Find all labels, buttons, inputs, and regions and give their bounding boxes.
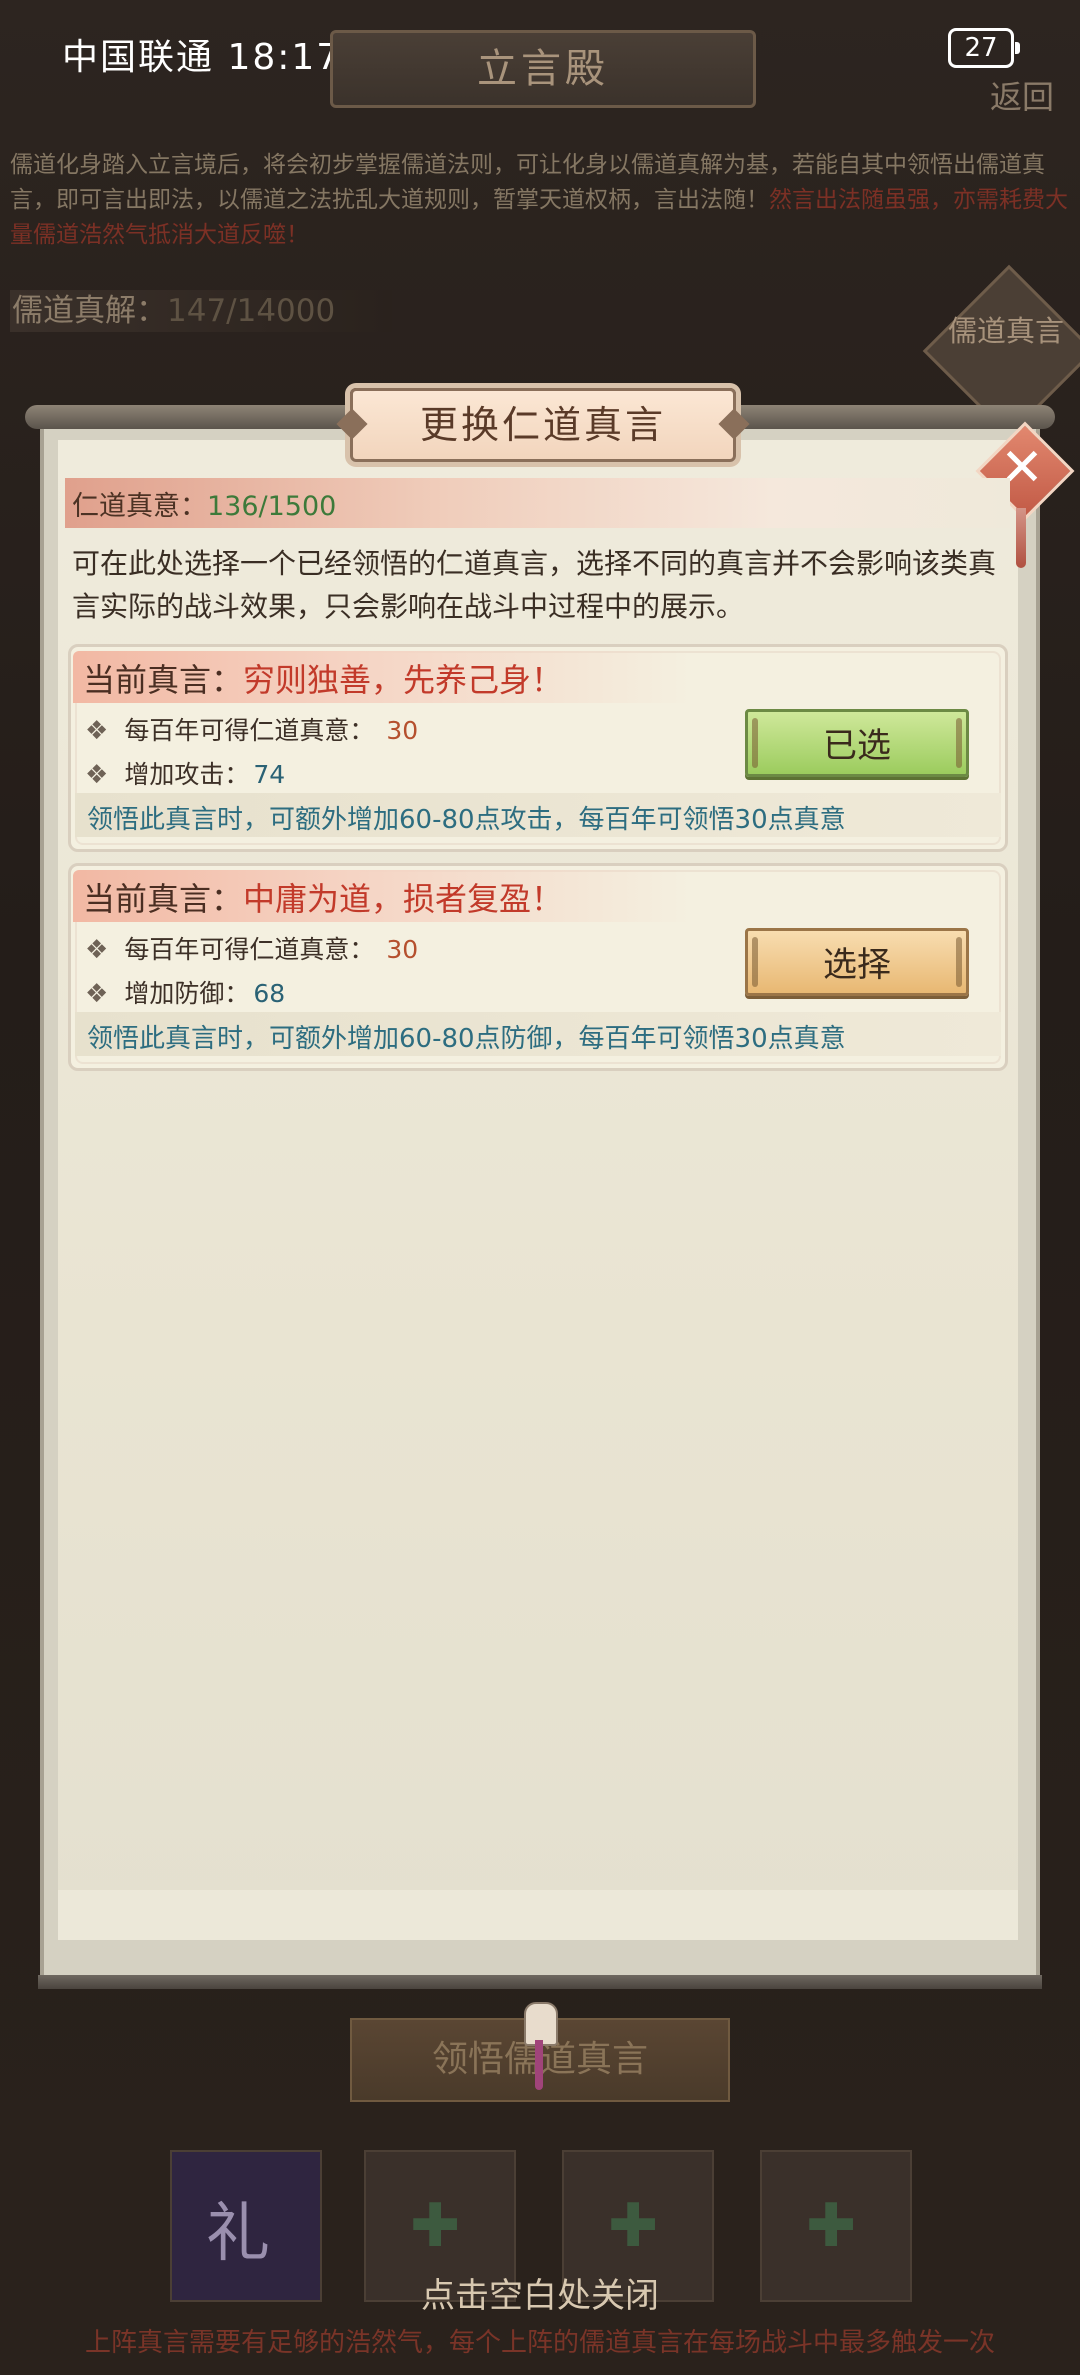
card-footer-text: 领悟此真言时，可额外增加60-80点攻击，每百年可领悟30点真意 [87, 805, 846, 835]
selected-button[interactable]: 已选 [745, 709, 969, 777]
rudao-badge-label: 儒道真言 [948, 314, 1065, 348]
diamond-bullet-icon: ❖ [85, 935, 109, 965]
truth-card: 当前真言：中庸为道，损者复盈！ ❖ 每百年可得仁道真意： 30 ❖ 增加防御： 68 领… [68, 863, 1008, 1071]
card-title-prefix: 当前真言： [83, 880, 244, 918]
select-button[interactable]: 选择 [745, 928, 969, 996]
tassel-decoration [1016, 508, 1026, 568]
card-footer-text: 领悟此真言时，可额外增加60-80点防御，每百年可领悟30点真意 [87, 1024, 846, 1054]
modal-paper-bottom [58, 1890, 1018, 1940]
card-footer: 领悟此真言时，可额外增加60-80点攻击，每百年可领悟30点真意 [75, 793, 1001, 837]
truth-value: 136/1500 [207, 491, 337, 522]
rudao-value: 147/14000 [167, 293, 336, 329]
back-button[interactable]: 返回 [990, 72, 1054, 118]
stat-value: 30 [386, 935, 419, 964]
stat-value: 74 [253, 760, 286, 789]
plus-icon: ✚ [410, 2191, 461, 2261]
stat-value: 30 [386, 716, 419, 745]
card-title: 当前真言：穷则独善，先养己身！ [83, 655, 563, 701]
intro-text: 儒道化身踏入立言境后，将会初步掌握儒道法则，可让化身以儒道真解为基，若能自其中领… [10, 148, 1070, 253]
tassel-decoration [535, 2040, 543, 2090]
plus-icon: ✚ [806, 2191, 857, 2261]
li-glyph-icon: 礼 [206, 2197, 270, 2271]
card-quote: 中庸为道，损者复盈！ [243, 880, 564, 918]
stat-label: 增加攻击： [124, 760, 250, 789]
stat-label: 每百年可得仁道真意： [124, 935, 375, 964]
carrier-time: 中国联通 18:17 [62, 37, 342, 78]
card-title-prefix: 当前真言： [83, 661, 244, 699]
card-title: 当前真言：中庸为道，损者复盈！ [83, 874, 563, 920]
diamond-bullet-icon: ❖ [85, 979, 109, 1009]
card-stat-row: ❖ 每百年可得仁道真意： 30 [85, 930, 418, 966]
card-stat-row: ❖ 增加攻击： 74 [85, 755, 285, 791]
tap-to-close-hint[interactable]: 点击空白处关闭 [0, 2268, 1080, 2317]
stat-value: 68 [253, 979, 286, 1008]
card-stat-row: ❖ 增加防御： 68 [85, 974, 285, 1010]
diamond-bullet-icon: ❖ [85, 760, 109, 790]
truth-progress: 仁道真意：136/1500 [72, 484, 336, 523]
rudao-progress: 儒道真解：147/14000 [10, 290, 392, 332]
truth-label: 仁道真意： [72, 491, 207, 522]
card-quote: 穷则独善，先养己身！ [243, 661, 564, 699]
page-title: 立言殿 [330, 30, 756, 108]
modal-title: 更换仁道真言 [350, 388, 736, 462]
plus-icon: ✚ [608, 2191, 659, 2261]
stat-label: 每百年可得仁道真意： [124, 716, 375, 745]
card-footer: 领悟此真言时，可额外增加60-80点防御，每百年可领悟30点真意 [75, 1012, 1001, 1056]
stat-label: 增加防御： [124, 979, 250, 1008]
rudao-label: 儒道真解： [12, 293, 167, 329]
truth-card: 当前真言：穷则独善，先养己身！ ❖ 每百年可得仁道真意： 30 ❖ 增加攻击： 74 领… [68, 644, 1008, 852]
scroll-rod-bottom [38, 1975, 1042, 1989]
modal-description: 可在此处选择一个已经领悟的仁道真言，选择不同的真言并不会影响该类真言实际的战斗效… [72, 547, 997, 623]
diamond-bullet-icon: ❖ [85, 716, 109, 746]
bottom-notice: 上阵真言需要有足够的浩然气，每个上阵的儒道真言在每场战斗中最多触发一次 [84, 2328, 995, 2358]
card-stat-row: ❖ 每百年可得仁道真意： 30 [85, 711, 418, 747]
battery-indicator: 27 [948, 28, 1020, 68]
